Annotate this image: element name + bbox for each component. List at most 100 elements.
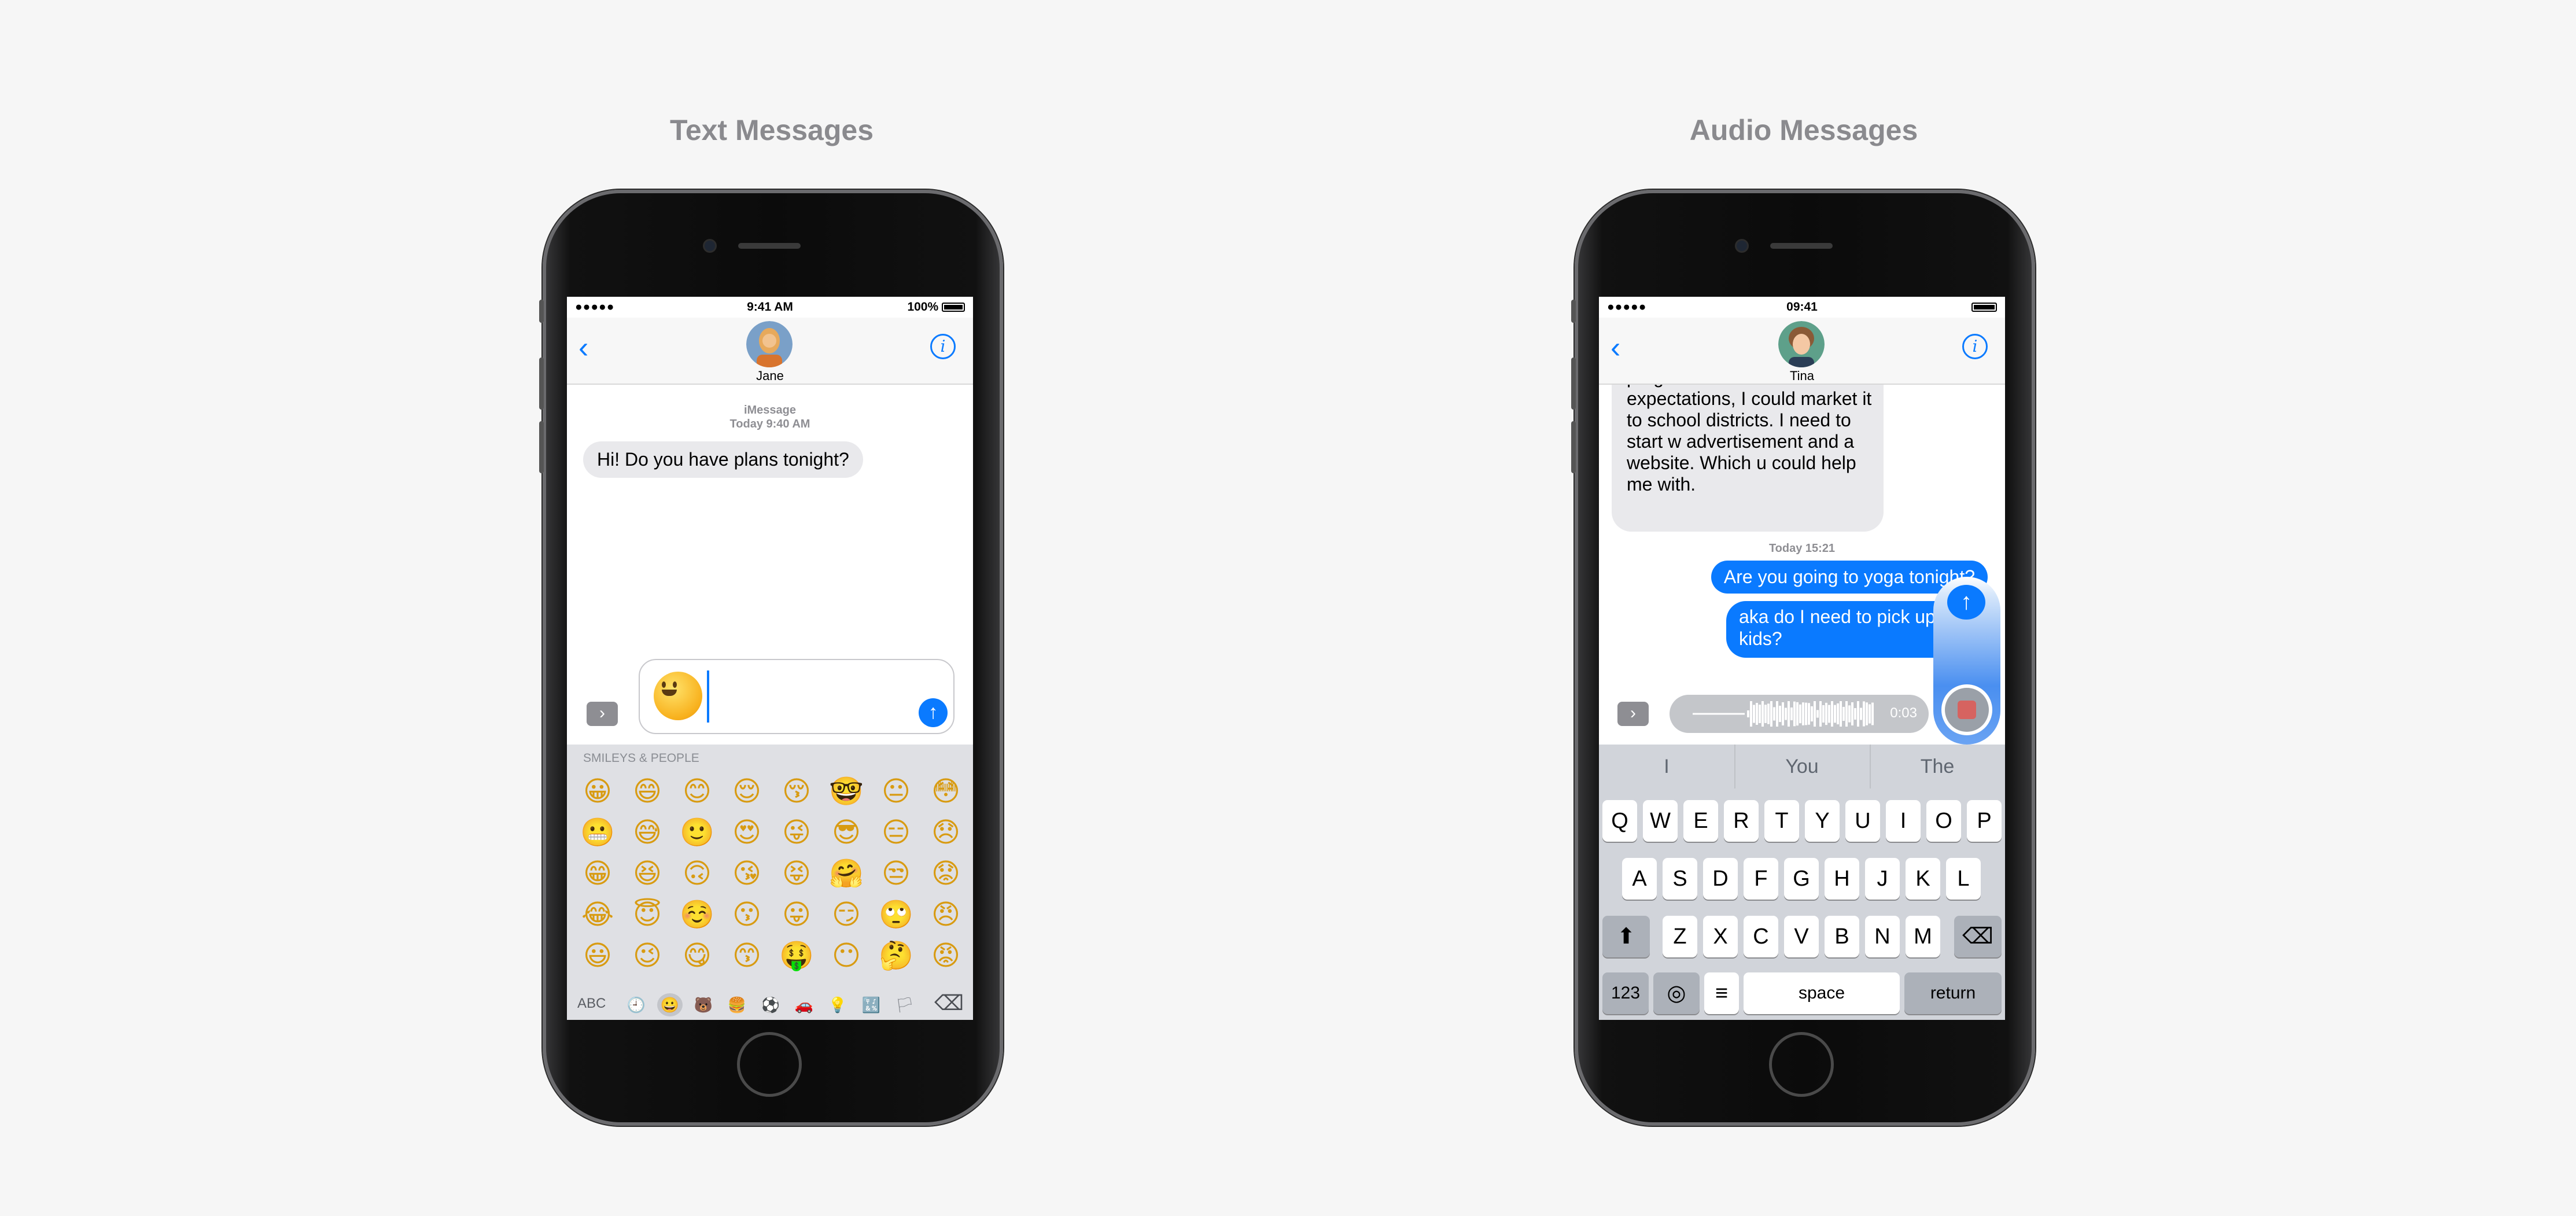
home-button[interactable] xyxy=(737,1032,802,1097)
emoji-key[interactable]: 😃 xyxy=(577,937,618,975)
audio-recording-bar[interactable]: 0:03 xyxy=(1670,695,1929,733)
key-e[interactable]: E xyxy=(1683,800,1718,842)
emoji-key[interactable]: 🙂 xyxy=(677,813,717,852)
app-drawer-chevron-icon[interactable]: › xyxy=(1617,702,1649,726)
key-y[interactable]: Y xyxy=(1805,800,1840,842)
prediction-suggestion[interactable]: I xyxy=(1599,745,1735,788)
emoji-key[interactable]: 🙃 xyxy=(677,854,717,893)
emoji-key[interactable]: 😊 xyxy=(677,772,717,810)
emoji-category-icon[interactable]: 🚗 xyxy=(791,993,817,1016)
emoji-key[interactable]: 😗 xyxy=(727,896,767,934)
key-w[interactable]: W xyxy=(1643,800,1678,842)
globe-icon[interactable]: ◎ xyxy=(1653,972,1700,1014)
back-chevron-icon[interactable]: ‹ xyxy=(578,333,588,363)
emoji-key[interactable]: 😡 xyxy=(926,937,966,975)
emoji-category-icon[interactable]: 🔣 xyxy=(858,993,884,1016)
contact-avatar[interactable] xyxy=(1778,321,1825,367)
emoji-key[interactable]: 😅 xyxy=(627,813,668,852)
emoji-key[interactable]: 😏 xyxy=(826,896,867,934)
key-n[interactable]: N xyxy=(1865,916,1900,957)
prediction-suggestion[interactable]: You xyxy=(1734,745,1871,788)
key-b[interactable]: B xyxy=(1825,916,1859,957)
emoji-key[interactable]: 😙 xyxy=(727,937,767,975)
emoji-key[interactable]: 🤑 xyxy=(776,937,817,975)
key-t[interactable]: T xyxy=(1764,800,1799,842)
key-i[interactable]: I xyxy=(1886,800,1921,842)
emoji-category-icon[interactable]: 🐻 xyxy=(691,993,716,1016)
emoji-key[interactable]: ☺️ xyxy=(677,896,717,934)
emoji-key[interactable]: 😉 xyxy=(627,937,668,975)
dictation-microphone-icon[interactable]: ≡ xyxy=(1704,972,1739,1014)
emoji-key[interactable]: 😶 xyxy=(826,937,867,975)
emoji-category-icon[interactable]: 🏳 xyxy=(892,993,917,1016)
send-audio-arrow-icon[interactable]: ↑ xyxy=(1947,585,1985,620)
emoji-key[interactable]: 😜 xyxy=(776,813,817,852)
emoji-key[interactable]: 😂 xyxy=(577,896,618,934)
key-v[interactable]: V xyxy=(1784,916,1819,957)
key-r[interactable]: R xyxy=(1724,800,1759,842)
emoji-category-icon[interactable]: 💡 xyxy=(825,993,850,1016)
back-chevron-icon[interactable]: ‹ xyxy=(1611,333,1620,363)
key-s[interactable]: S xyxy=(1663,858,1697,900)
numbers-key[interactable]: 123 xyxy=(1602,972,1649,1014)
outgoing-message-bubble-2[interactable]: aka do I need to pick up kids? xyxy=(1726,601,1963,658)
key-o[interactable]: O xyxy=(1926,800,1961,842)
contact-avatar[interactable] xyxy=(746,321,793,367)
key-l[interactable]: L xyxy=(1946,858,1981,900)
emoji-key[interactable]: 😚 xyxy=(776,772,817,810)
space-key[interactable]: space xyxy=(1744,972,1900,1014)
prediction-suggestion[interactable]: The xyxy=(1870,745,2005,788)
emoji-key[interactable]: 😒 xyxy=(876,854,916,893)
key-f[interactable]: F xyxy=(1744,858,1778,900)
emoji-key[interactable]: 😌 xyxy=(727,772,767,810)
emoji-key[interactable]: 😀 xyxy=(577,772,618,810)
emoji-key[interactable]: 🤓 xyxy=(826,772,867,810)
emoji-key[interactable]: 😎 xyxy=(826,813,867,852)
emoji-key[interactable]: 😆 xyxy=(627,854,668,893)
emoji-key[interactable]: 🤔 xyxy=(876,937,916,975)
abc-key[interactable]: ABC xyxy=(577,996,606,1012)
emoji-category-icon[interactable]: 😀 xyxy=(657,993,683,1016)
emoji-key[interactable]: 😳 xyxy=(926,772,966,810)
emoji-key[interactable]: 😄 xyxy=(627,772,668,810)
info-icon[interactable]: i xyxy=(930,334,956,359)
emoji-key[interactable]: 😬 xyxy=(577,813,618,852)
key-h[interactable]: H xyxy=(1825,858,1859,900)
stop-recording-button[interactable] xyxy=(1941,684,1992,735)
emoji-key[interactable]: 😝 xyxy=(776,854,817,893)
key-k[interactable]: K xyxy=(1906,858,1940,900)
key-m[interactable]: M xyxy=(1906,916,1940,957)
emoji-category-icon[interactable]: 🕘 xyxy=(624,993,649,1016)
key-g[interactable]: G xyxy=(1784,858,1819,900)
home-button[interactable] xyxy=(1769,1032,1834,1097)
key-p[interactable]: P xyxy=(1967,800,2002,842)
info-icon[interactable]: i xyxy=(1962,334,1988,359)
emoji-category-icon[interactable]: ⚽ xyxy=(758,993,783,1016)
delete-key-icon[interactable]: ⌫ xyxy=(1954,916,2002,957)
emoji-key[interactable]: 😁 xyxy=(577,854,618,893)
send-arrow-icon[interactable]: ↑ xyxy=(919,698,948,727)
return-key[interactable]: return xyxy=(1904,972,2002,1014)
shift-key-icon[interactable]: ⬆ xyxy=(1602,916,1650,957)
emoji-key[interactable]: 😋 xyxy=(677,937,717,975)
key-a[interactable]: A xyxy=(1622,858,1657,900)
key-d[interactable]: D xyxy=(1703,858,1738,900)
key-u[interactable]: U xyxy=(1845,800,1880,842)
emoji-category-icon[interactable]: 🍔 xyxy=(724,993,750,1016)
incoming-long-message-bubble[interactable]: program that meets the statesexpectation… xyxy=(1612,366,1884,532)
app-drawer-chevron-icon[interactable]: › xyxy=(587,702,618,726)
key-x[interactable]: X xyxy=(1703,916,1738,957)
emoji-key[interactable]: 😘 xyxy=(727,854,767,893)
key-j[interactable]: J xyxy=(1865,858,1900,900)
emoji-delete-icon[interactable]: ⌫ xyxy=(934,991,964,1015)
key-c[interactable]: C xyxy=(1744,916,1778,957)
emoji-key[interactable]: 😠 xyxy=(926,896,966,934)
emoji-key[interactable]: 😟 xyxy=(926,854,966,893)
incoming-message-bubble[interactable]: Hi! Do you have plans tonight? xyxy=(583,441,863,478)
emoji-key[interactable]: 😑 xyxy=(876,813,916,852)
message-input-field[interactable]: ↑ xyxy=(639,659,955,734)
emoji-key[interactable]: 😇 xyxy=(627,896,668,934)
emoji-key[interactable]: 😛 xyxy=(776,896,817,934)
emoji-key[interactable]: 😍 xyxy=(727,813,767,852)
key-q[interactable]: Q xyxy=(1602,800,1637,842)
